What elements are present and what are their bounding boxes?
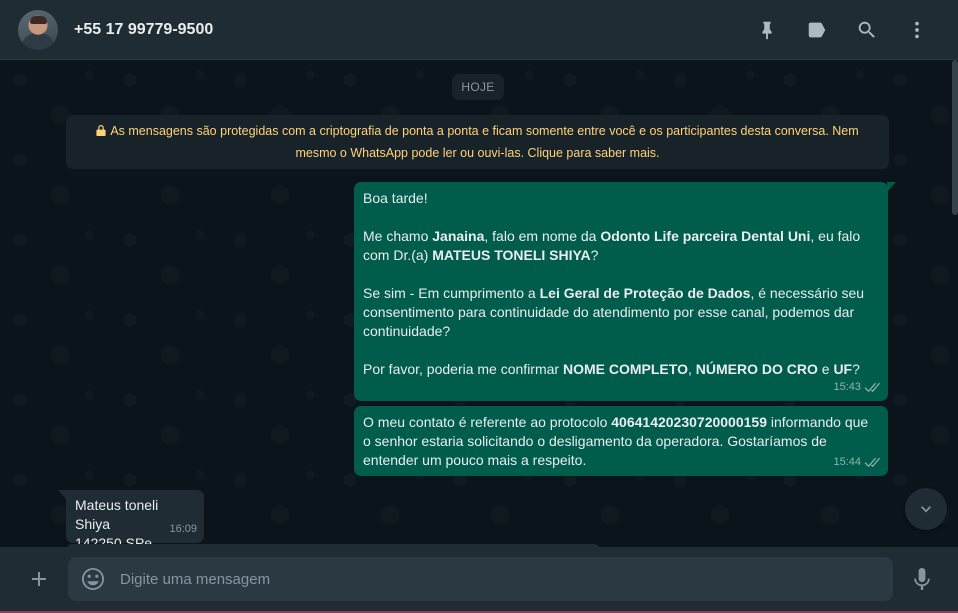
attach-button[interactable] <box>20 559 58 599</box>
bubble-tail <box>58 490 67 500</box>
chat-header: +55 17 99779-9500 <box>0 0 958 60</box>
message-time: 15:44 <box>833 456 861 468</box>
message-meta: 15:44 <box>833 453 880 472</box>
message-text: Boa tarde! Me chamo Janaina, falo em nome… <box>363 189 879 379</box>
message-outgoing[interactable]: O meu contato é referente ao protocolo 4… <box>354 406 888 476</box>
label-icon[interactable] <box>792 10 842 50</box>
bold-text: Odonto Life parceira Dental Uni <box>600 228 811 244</box>
message-paragraph: Se sim - Em cumprimento a Lei Geral de P… <box>363 284 879 341</box>
date-chip: HOJE <box>452 74 504 100</box>
message-paragraph: Por favor, poderia me confirmar NOME COM… <box>363 360 879 379</box>
text-run: , <box>687 361 696 377</box>
bubble-tail <box>887 182 896 192</box>
message-meta: 15:43 <box>833 378 880 397</box>
text-run: Por favor, poderia me confirmar <box>363 361 563 377</box>
bold-text: UF <box>833 361 853 377</box>
scroll-to-bottom-button[interactable] <box>905 488 947 530</box>
bold-text: NÚMERO DO CRO <box>695 361 818 377</box>
double-check-icon <box>864 457 880 468</box>
bold-text: Janaina <box>432 228 485 244</box>
text-run: Me chamo <box>363 228 433 244</box>
avatar[interactable] <box>18 9 58 50</box>
search-icon[interactable] <box>842 10 892 50</box>
text-run: O meu contato é referente ao protocolo <box>363 414 612 430</box>
text-run: ? <box>852 361 860 377</box>
microphone-icon <box>914 568 930 590</box>
message-meta: 16:09 <box>169 520 197 539</box>
plus-icon <box>32 572 46 586</box>
message-outgoing[interactable]: Boa tarde! Me chamo Janaina, falo em nome… <box>354 182 896 401</box>
composer <box>0 547 958 611</box>
message-text: O meu contato é referente ao protocolo 4… <box>363 413 879 470</box>
emoji-icon[interactable] <box>80 566 106 592</box>
pin-icon[interactable] <box>742 10 792 50</box>
bold-text: 40641420230720000159 <box>611 414 767 430</box>
contact-name[interactable]: +55 17 99779-9500 <box>74 21 742 39</box>
message-input-box[interactable] <box>68 557 893 601</box>
message-paragraph: Me chamo Janaina, falo em nome da Odonto… <box>363 227 879 265</box>
header-actions <box>742 10 942 50</box>
message-incoming[interactable]: Mateus toneli Shiya 142250 SPe 16:09 <box>58 490 204 547</box>
text-run: ? <box>590 247 599 263</box>
bold-text: NOME COMPLETO <box>562 361 688 377</box>
text-run: e <box>817 361 834 377</box>
chat-area[interactable]: HOJE As mensagens são protegidas com a c… <box>0 60 958 547</box>
chevron-down-icon <box>921 506 931 513</box>
message-paragraph: Boa tarde! <box>363 189 879 208</box>
message-input[interactable] <box>120 570 881 588</box>
double-check-icon <box>864 382 880 393</box>
scrollbar[interactable] <box>952 60 958 215</box>
text-run: Boa tarde! <box>363 190 428 206</box>
text-run: Se sim - Em cumprimento a <box>363 285 540 301</box>
encryption-notice-text: As mensagens são protegidas com a cripto… <box>110 124 859 160</box>
mic-button[interactable] <box>909 559 935 599</box>
encryption-notice[interactable]: As mensagens são protegidas com a cripto… <box>66 115 889 169</box>
bold-text: MATEUS TONELI SHIYA <box>432 247 591 263</box>
lock-icon <box>96 121 106 136</box>
menu-icon[interactable] <box>892 10 942 50</box>
message-time: 15:43 <box>833 381 861 393</box>
message-time: 16:09 <box>169 523 197 535</box>
message-paragraph: O meu contato é referente ao protocolo 4… <box>363 413 879 470</box>
bold-text: Lei Geral de Proteção de Dados <box>539 285 751 301</box>
text-run: , falo em nome da <box>484 228 601 244</box>
